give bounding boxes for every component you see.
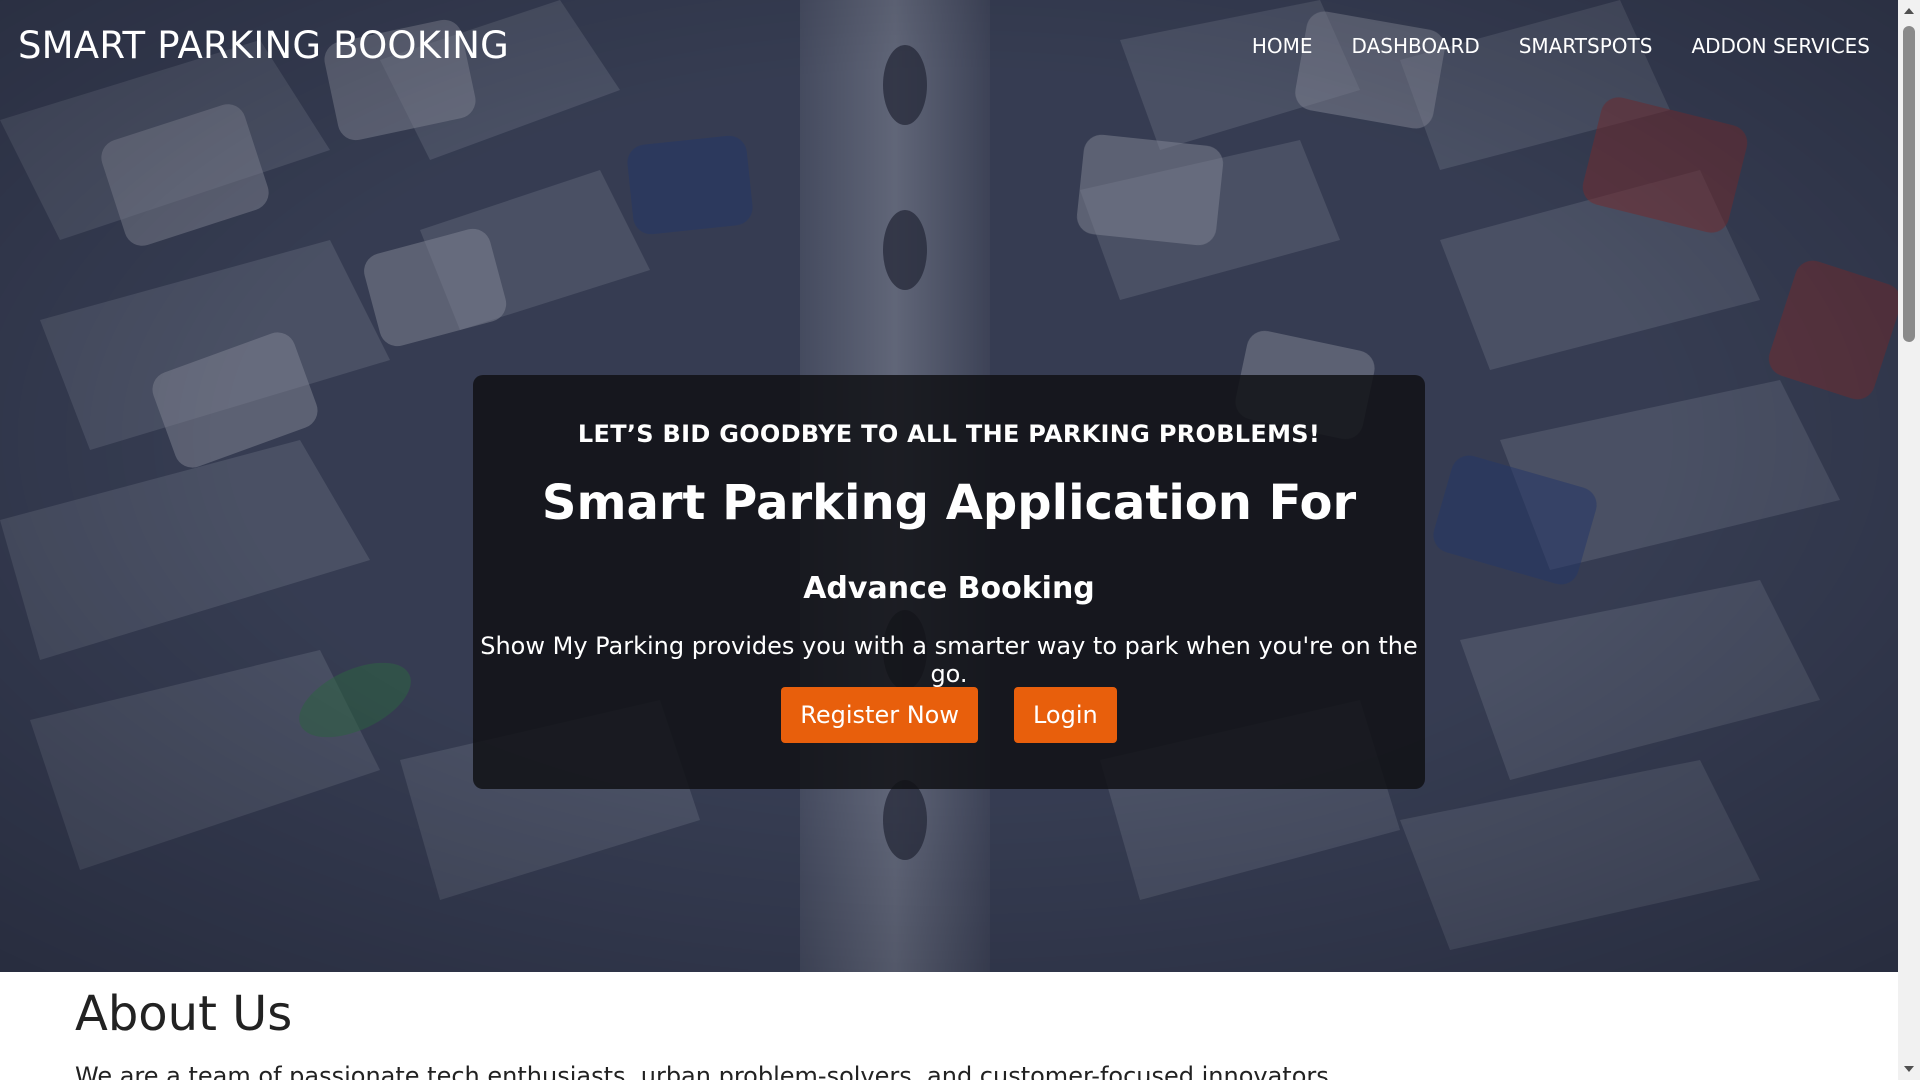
hero-headline: Smart Parking Application For bbox=[541, 475, 1357, 531]
hero-section: SMART PARKING BOOKING HOME DASHBOARD SMA… bbox=[0, 0, 1898, 972]
chevron-down-icon[interactable] bbox=[1904, 1066, 1914, 1072]
page-scrollbar[interactable] bbox=[1898, 0, 1920, 1080]
hero-card: LET’S BID GOODBYE TO ALL THE PARKING PRO… bbox=[473, 375, 1425, 789]
nav-links: HOME DASHBOARD SMARTSPOTS ADDON SERVICES bbox=[1252, 34, 1870, 58]
register-now-button[interactable]: Register Now bbox=[781, 687, 978, 743]
chevron-up-icon[interactable] bbox=[1904, 8, 1914, 14]
hero-buttons: Register Now Login bbox=[473, 687, 1425, 743]
brand-logo-text[interactable]: SMART PARKING BOOKING bbox=[18, 24, 509, 67]
about-title: About Us bbox=[75, 986, 293, 1042]
login-button[interactable]: Login bbox=[1013, 687, 1117, 743]
hero-subheadline: Advance Booking bbox=[803, 571, 1095, 606]
about-text: We are a team of passionate tech enthusi… bbox=[75, 1062, 1337, 1080]
nav-link-addon-services[interactable]: ADDON SERVICES bbox=[1691, 34, 1870, 58]
about-section: About Us We are a team of passionate tec… bbox=[0, 972, 1898, 1080]
hero-description: Show My Parking provides you with a smar… bbox=[480, 632, 1418, 688]
nav-link-smartspots[interactable]: SMARTSPOTS bbox=[1519, 34, 1653, 58]
page: SMART PARKING BOOKING HOME DASHBOARD SMA… bbox=[0, 0, 1898, 1080]
nav-link-home[interactable]: HOME bbox=[1252, 34, 1313, 58]
browser-viewport: SMART PARKING BOOKING HOME DASHBOARD SMA… bbox=[0, 0, 1920, 1080]
nav-link-dashboard[interactable]: DASHBOARD bbox=[1352, 34, 1480, 58]
scrollbar-thumb[interactable] bbox=[1903, 26, 1915, 342]
top-navbar: SMART PARKING BOOKING HOME DASHBOARD SMA… bbox=[0, 0, 1898, 96]
hero-tagline: LET’S BID GOODBYE TO ALL THE PARKING PRO… bbox=[577, 420, 1321, 448]
